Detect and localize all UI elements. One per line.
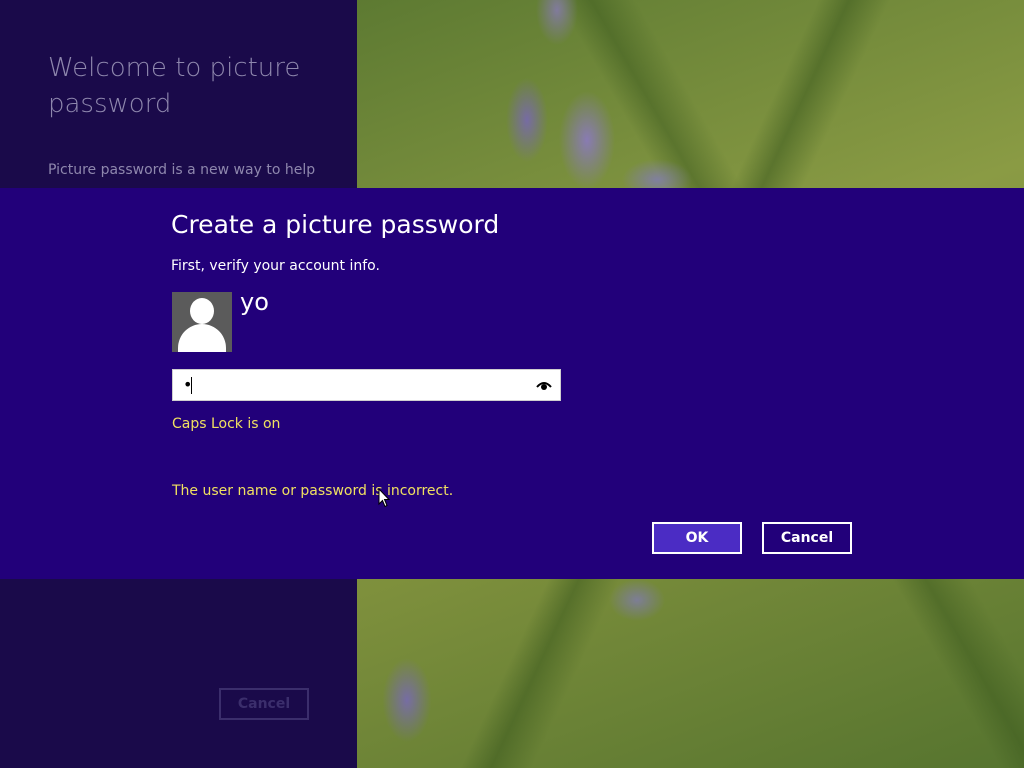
mouse-pointer-icon [378,488,390,508]
user-avatar [172,292,232,352]
ok-button[interactable]: OK [652,522,742,554]
avatar-head [190,298,214,324]
eye-icon[interactable] [536,379,552,391]
password-input[interactable]: • [172,369,561,401]
avatar-body [178,324,226,352]
cancel-button[interactable]: Cancel [762,522,852,554]
welcome-description: Picture password is a new way to help [48,162,316,178]
caps-lock-warning: Caps Lock is on [172,416,281,432]
background-cancel-button: Cancel [219,688,309,720]
verify-account-dialog: Create a picture password First, verify … [0,188,1024,579]
dialog-title: Create a picture password [171,210,500,239]
dialog-subtitle: First, verify your account info. [171,258,380,274]
welcome-title: Welcome to picture password [48,53,301,119]
text-caret [191,377,192,394]
username: yo [240,288,269,316]
error-message: The user name or password is incorrect. [172,483,454,499]
